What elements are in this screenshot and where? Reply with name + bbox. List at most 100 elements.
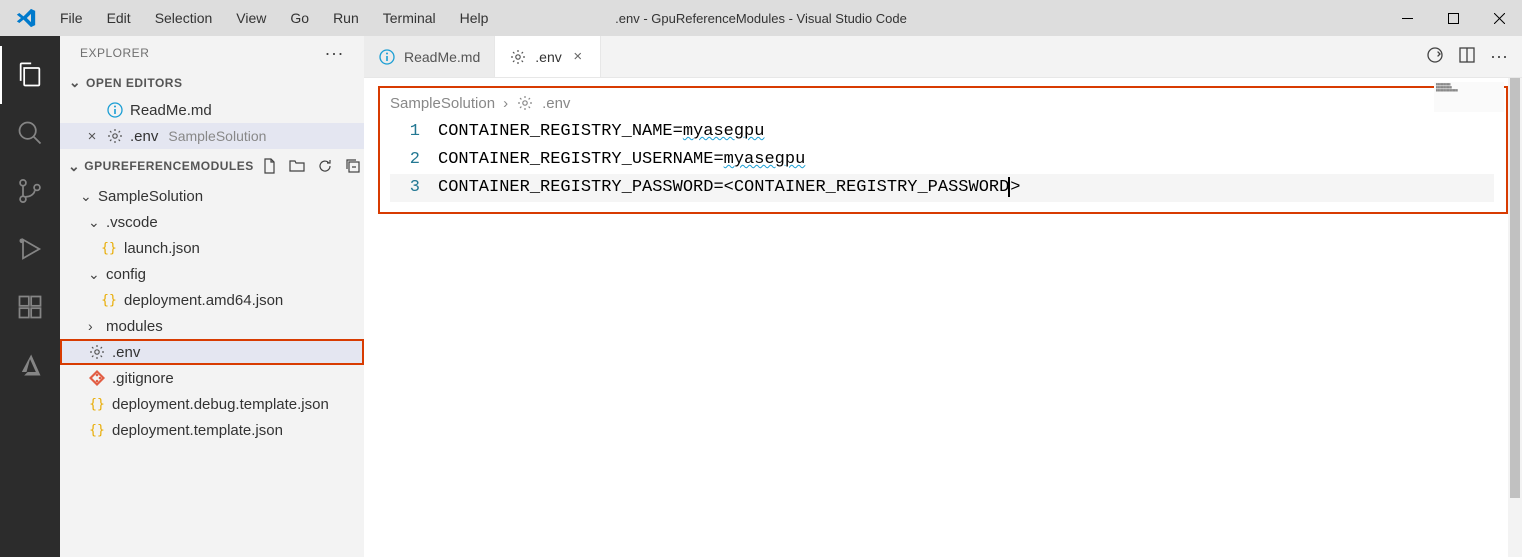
collapse-all-icon[interactable]: [342, 155, 364, 177]
workspace-label: GPUREFERENCEMODULES: [84, 159, 254, 173]
activity-source-control[interactable]: [0, 162, 60, 220]
chevron-right-icon: ›: [88, 318, 100, 334]
breadcrumb-item[interactable]: SampleSolution: [390, 95, 495, 112]
tree-label: SampleSolution: [98, 188, 203, 205]
open-editor-env[interactable]: × .env SampleSolution: [60, 123, 364, 149]
maximize-button[interactable]: [1430, 0, 1476, 36]
activity-explorer[interactable]: [0, 46, 60, 104]
code-line[interactable]: 3CONTAINER_REGISTRY_PASSWORD=<CONTAINER_…: [390, 174, 1494, 202]
activity-run-debug[interactable]: [0, 220, 60, 278]
activity-search[interactable]: [0, 104, 60, 162]
sidebar-title-label: EXPLORER: [80, 46, 149, 60]
minimap[interactable]: ████████████████████████████████████████…: [1434, 82, 1504, 112]
chevron-down-icon: ⌄: [88, 266, 100, 283]
menu-terminal[interactable]: Terminal: [371, 4, 448, 32]
folder-config[interactable]: ⌄config: [60, 261, 364, 287]
gear-icon: [106, 127, 124, 145]
code-text: CONTAINER_REGISTRY_NAME=myasegpu: [438, 118, 764, 146]
new-file-icon[interactable]: [258, 155, 280, 177]
folder-vscode[interactable]: ⌄.vscode: [60, 209, 364, 235]
tab-env[interactable]: .env ×: [495, 36, 600, 77]
folder-modules[interactable]: › modules: [60, 313, 364, 339]
breadcrumb[interactable]: SampleSolution › .env: [390, 94, 1494, 112]
menu-go[interactable]: Go: [278, 4, 321, 32]
git-icon: [88, 369, 106, 387]
json-icon: {}: [100, 291, 118, 309]
tree-label: .gitignore: [112, 370, 174, 387]
editor-content-highlight: SampleSolution › .env 1CONTAINER_REGISTR…: [378, 86, 1508, 214]
file-env[interactable]: .env: [60, 339, 364, 365]
activity-azure[interactable]: [0, 336, 60, 394]
tree-label: deployment.debug.template.json: [112, 396, 329, 413]
main-layout: EXPLORER ··· ⌄ OPEN EDITORS × ReadMe.md …: [0, 36, 1522, 557]
close-icon[interactable]: ×: [570, 49, 586, 65]
tree-label: .env: [112, 344, 140, 361]
minimize-button[interactable]: [1384, 0, 1430, 36]
json-icon: {}: [100, 239, 118, 257]
line-number: 2: [390, 146, 438, 174]
close-icon[interactable]: ×: [84, 128, 100, 145]
window-title: .env - GpuReferenceModules - Visual Stud…: [615, 11, 907, 26]
workspace-toolbar: [258, 155, 370, 177]
menu-run[interactable]: Run: [321, 4, 371, 32]
folder-samplesolution[interactable]: ⌄ SampleSolution: [60, 183, 364, 209]
sidebar-more-icon[interactable]: ···: [325, 47, 344, 59]
open-editors-header[interactable]: ⌄ OPEN EDITORS: [60, 70, 364, 95]
json-icon: {}: [88, 421, 106, 439]
file-launch-json[interactable]: {} launch.json: [60, 235, 364, 261]
run-icon[interactable]: [1426, 46, 1444, 67]
split-editor-icon[interactable]: [1458, 46, 1476, 67]
menubar: File Edit Selection View Go Run Terminal…: [48, 4, 500, 32]
editor-actions: ···: [1412, 36, 1522, 77]
workspace-tree: ⌄ SampleSolution ⌄.vscode {} launch.json ⌄…: [60, 181, 364, 445]
file-deployment-debug[interactable]: {} deployment.debug.template.json: [60, 391, 364, 417]
file-deployment-template[interactable]: {}deployment.template.json: [60, 417, 364, 443]
open-editor-label: .env: [130, 128, 158, 145]
menu-view[interactable]: View: [224, 4, 278, 32]
chevron-down-icon: ⌄: [80, 188, 92, 205]
breadcrumb-item[interactable]: .env: [542, 95, 570, 112]
open-editors-list: × ReadMe.md × .env SampleSolution: [60, 95, 364, 151]
file-gitignore[interactable]: .gitignore: [60, 365, 364, 391]
gear-icon: [509, 48, 527, 66]
json-icon: {}: [88, 395, 106, 413]
workspace-header[interactable]: ⌄ GPUREFERENCEMODULES: [60, 151, 364, 181]
scroll-thumb[interactable]: [1510, 78, 1520, 498]
gear-icon: [516, 94, 534, 112]
line-number: 1: [390, 118, 438, 146]
close-button[interactable]: [1476, 0, 1522, 36]
titlebar: File Edit Selection View Go Run Terminal…: [0, 0, 1522, 36]
code-editor[interactable]: 1CONTAINER_REGISTRY_NAME=myasegpu 2CONTA…: [390, 118, 1494, 202]
menu-edit[interactable]: Edit: [95, 4, 143, 32]
activity-extensions[interactable]: [0, 278, 60, 336]
open-editors-label: OPEN EDITORS: [86, 76, 182, 90]
code-line[interactable]: 1CONTAINER_REGISTRY_NAME=myasegpu: [390, 118, 1494, 146]
tab-label: ReadMe.md: [404, 49, 480, 65]
more-icon[interactable]: ···: [1490, 46, 1508, 67]
activity-bar: [0, 36, 60, 557]
info-icon: [378, 48, 396, 66]
refresh-icon[interactable]: [314, 155, 336, 177]
menu-help[interactable]: Help: [448, 4, 501, 32]
vscode-logo-icon: [12, 4, 40, 32]
open-editor-readme[interactable]: × ReadMe.md: [60, 97, 364, 123]
tab-readme[interactable]: ReadMe.md: [364, 36, 495, 77]
chevron-down-icon: ⌄: [68, 74, 82, 91]
new-folder-icon[interactable]: [286, 155, 308, 177]
sidebar: EXPLORER ··· ⌄ OPEN EDITORS × ReadMe.md …: [60, 36, 364, 557]
tree-label: deployment.amd64.json: [124, 292, 283, 309]
tree-label: launch.json: [124, 240, 200, 257]
open-editor-suffix: SampleSolution: [168, 128, 266, 144]
vertical-scrollbar[interactable]: [1508, 78, 1522, 557]
code-text: CONTAINER_REGISTRY_USERNAME=myasegpu: [438, 146, 805, 174]
menu-selection[interactable]: Selection: [143, 4, 225, 32]
code-line[interactable]: 2CONTAINER_REGISTRY_USERNAME=myasegpu: [390, 146, 1494, 174]
tree-label: modules: [106, 318, 163, 335]
menu-file[interactable]: File: [48, 4, 95, 32]
info-icon: [106, 101, 124, 119]
file-deployment-amd64[interactable]: {} deployment.amd64.json: [60, 287, 364, 313]
line-number: 3: [390, 174, 438, 202]
tab-label: .env: [535, 49, 561, 65]
cursor: [1008, 177, 1010, 197]
gear-icon: [88, 343, 106, 361]
